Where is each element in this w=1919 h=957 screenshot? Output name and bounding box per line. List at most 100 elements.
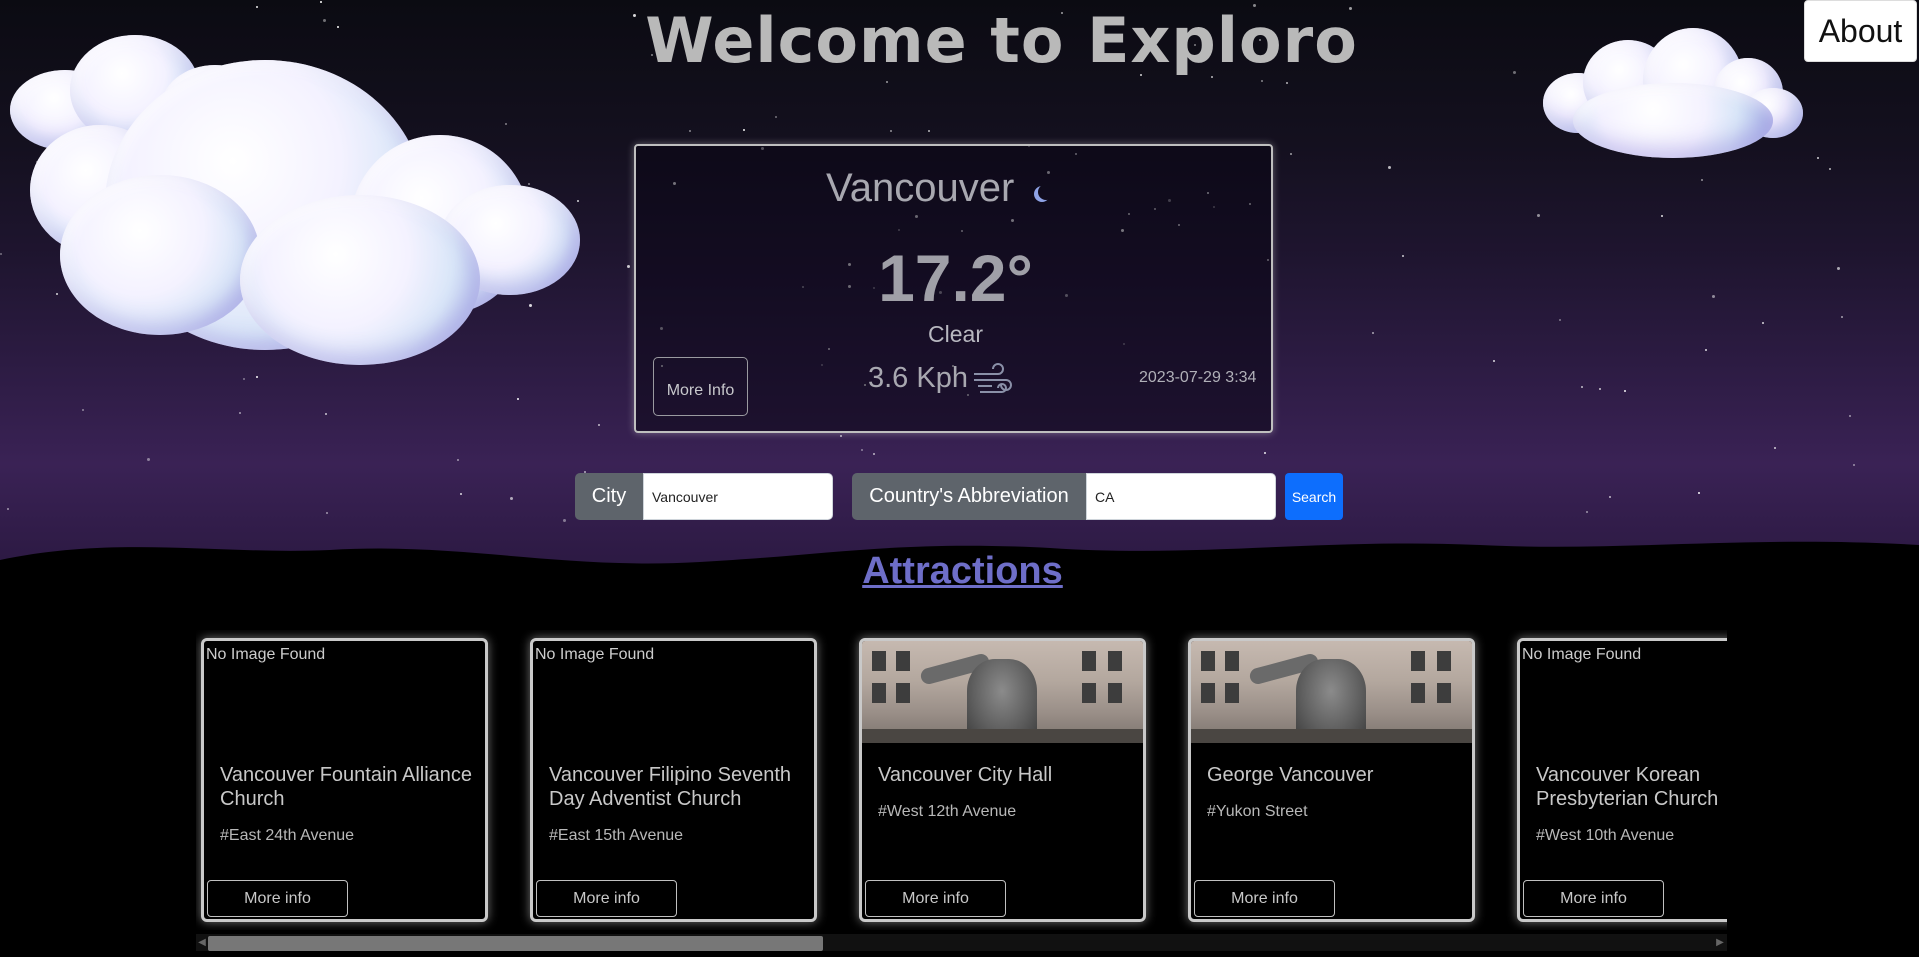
star-icon: [1624, 390, 1626, 392]
moon-icon: [1038, 184, 1054, 200]
weather-condition: Clear: [928, 321, 983, 347]
star-icon: [1599, 388, 1601, 390]
star-icon: [325, 413, 327, 415]
attraction-card: No Image Found Vancouver Fountain Allian…: [201, 638, 488, 922]
star-icon: [326, 512, 328, 514]
attraction-card: George Vancouver #Yukon Street More info: [1188, 638, 1475, 922]
star-icon: [563, 519, 566, 522]
star-icon: [689, 130, 691, 132]
attraction-name: Vancouver Filipino Seventh Day Adventist…: [549, 764, 791, 810]
attraction-card: No Image Found Vancouver Filipino Sevent…: [530, 638, 817, 922]
weather-card: Vancouver 17.2° Clear More Info 3.6 Kph …: [634, 144, 1273, 433]
star-icon: [861, 449, 863, 451]
star-icon: [1841, 316, 1843, 318]
star-icon: [457, 459, 459, 461]
star-icon: [775, 116, 777, 118]
star-icon: [1849, 415, 1851, 417]
search-form: City Country's Abbreviation Search: [575, 473, 1343, 520]
no-image-placeholder: No Image Found: [535, 646, 655, 663]
attractions-heading: Attractions: [862, 550, 1063, 592]
attraction-card: No Image Found Vancouver Korean Presbyte…: [1517, 638, 1727, 922]
attraction-name: George Vancouver: [1207, 764, 1374, 786]
star-icon: [7, 508, 9, 510]
attraction-more-info-button[interactable]: More info: [1194, 880, 1335, 917]
weather-more-info-button[interactable]: More Info: [653, 357, 748, 416]
weather-city: Vancouver: [826, 166, 1015, 210]
attraction-name: Vancouver Fountain Alliance Church: [220, 764, 473, 810]
star-icon: [1402, 255, 1404, 257]
star-icon: [460, 493, 462, 495]
country-label: Country's Abbreviation: [852, 473, 1086, 520]
star-icon: [1705, 349, 1707, 351]
star-icon: [627, 265, 630, 268]
star-icon: [1829, 168, 1831, 170]
no-image-placeholder: No Image Found: [1522, 646, 1642, 663]
weather-wind-speed: 3.6 Kph: [868, 362, 968, 394]
star-icon: [1581, 386, 1583, 388]
star-icon: [1559, 319, 1561, 321]
attraction-more-info-button[interactable]: More info: [536, 880, 677, 917]
attraction-street: #West 12th Avenue: [878, 803, 1017, 820]
search-button[interactable]: Search: [1285, 473, 1343, 520]
star-icon: [1609, 496, 1611, 498]
star-icon: [1290, 153, 1292, 155]
star-icon: [1762, 322, 1764, 324]
about-button[interactable]: About: [1804, 0, 1917, 62]
star-icon: [1586, 511, 1588, 513]
attraction-image: [862, 641, 1143, 743]
star-icon: [873, 453, 875, 455]
star-icon: [1372, 332, 1374, 334]
weather-datetime: 2023-07-29 3:34: [1139, 369, 1257, 386]
star-icon: [82, 409, 84, 411]
city-input[interactable]: [643, 473, 833, 520]
star-icon: [1837, 267, 1840, 270]
star-icon: [239, 412, 241, 414]
star-icon: [886, 81, 888, 83]
attraction-card: Vancouver City Hall #West 12th Avenue Mo…: [859, 638, 1146, 922]
star-icon: [1264, 452, 1266, 454]
star-icon: [510, 497, 513, 500]
star-icon: [0, 253, 2, 255]
scroll-right-arrow-icon[interactable]: ▶: [1715, 936, 1725, 949]
attraction-more-info-button[interactable]: More info: [1523, 880, 1664, 917]
country-input[interactable]: [1086, 473, 1276, 520]
scrollbar-thumb[interactable]: [208, 936, 823, 951]
star-icon: [1286, 82, 1288, 84]
star-icon: [320, 1, 322, 3]
star-icon: [1712, 295, 1715, 298]
star-icon: [147, 458, 150, 461]
weather-temperature: 17.2°: [878, 241, 1033, 315]
star-icon: [1661, 215, 1663, 217]
star-icon: [1853, 464, 1855, 466]
city-label: City: [575, 473, 643, 520]
star-icon: [1817, 157, 1819, 159]
star-icon: [1537, 214, 1540, 217]
star-icon: [256, 376, 258, 378]
star-icon: [243, 378, 245, 380]
star-icon: [1493, 360, 1495, 362]
star-icon: [928, 130, 930, 132]
attraction-street: #Yukon Street: [1207, 803, 1308, 820]
star-icon: [598, 424, 600, 426]
scroll-left-arrow-icon[interactable]: ◀: [197, 936, 207, 949]
star-icon: [1701, 179, 1703, 181]
star-icon: [1774, 447, 1776, 449]
star-icon: [1261, 80, 1263, 82]
attraction-name: Vancouver Korean Presbyterian Church: [1536, 764, 1719, 810]
attraction-more-info-button[interactable]: More info: [865, 880, 1006, 917]
attraction-street: #East 15th Avenue: [549, 827, 684, 844]
attractions-carousel[interactable]: No Image Found Vancouver Fountain Allian…: [196, 630, 1727, 930]
star-icon: [840, 435, 842, 437]
carousel-scrollbar[interactable]: ◀ ▶: [196, 934, 1727, 951]
attraction-name: Vancouver City Hall: [878, 764, 1053, 786]
star-icon: [743, 129, 745, 131]
wind-icon: [974, 363, 1012, 393]
star-icon: [1698, 492, 1700, 494]
attraction-image: [1191, 641, 1472, 743]
page-title: Welcome to Exploro: [645, 4, 1358, 77]
star-icon: [517, 398, 519, 400]
attraction-more-info-button[interactable]: More info: [207, 880, 348, 917]
star-icon: [1388, 166, 1391, 169]
no-image-placeholder: No Image Found: [206, 646, 326, 663]
attraction-street: #West 10th Avenue: [1536, 827, 1675, 844]
